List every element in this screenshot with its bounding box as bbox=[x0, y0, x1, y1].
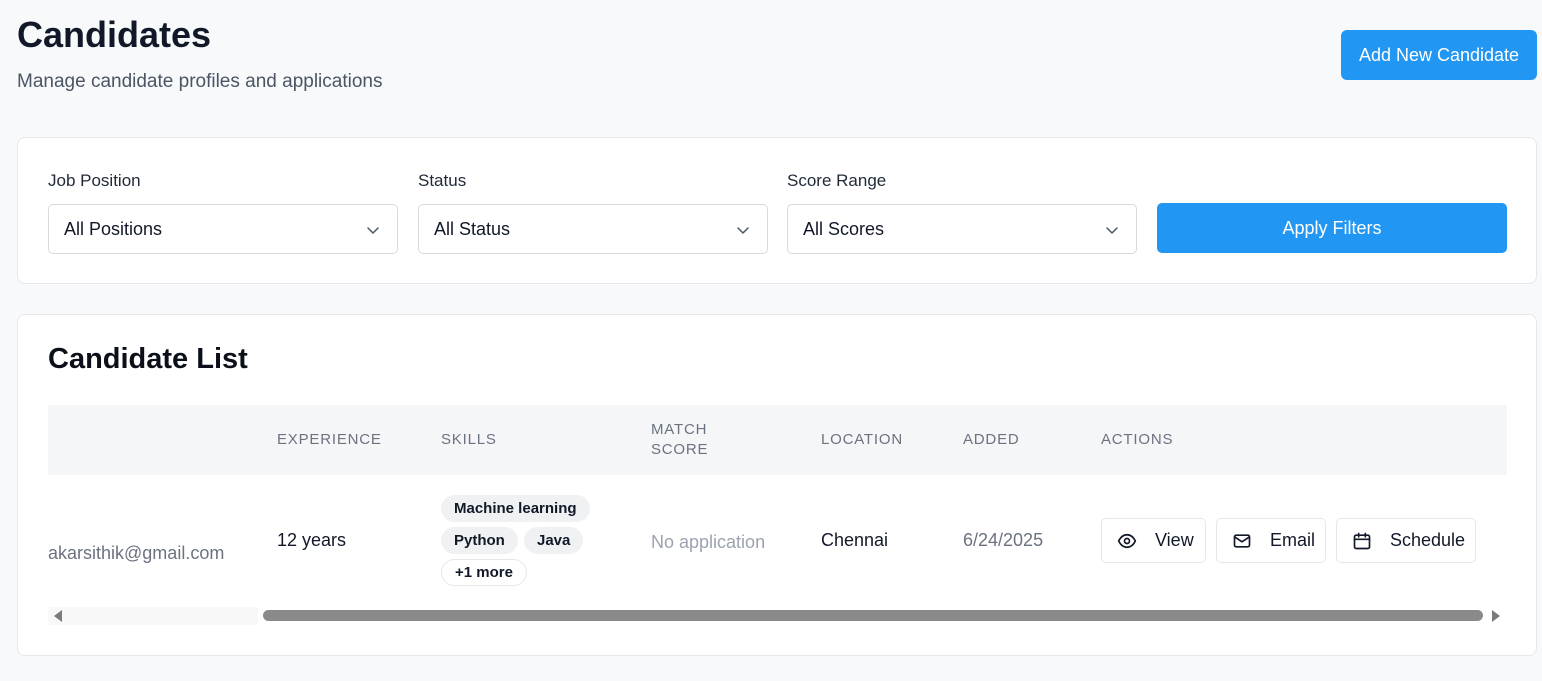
job-position-label: Job Position bbox=[48, 171, 141, 190]
candidate-list-title: Candidate List bbox=[48, 343, 248, 375]
view-label: View bbox=[1155, 530, 1194, 550]
scrollbar-thumb[interactable] bbox=[263, 610, 1483, 621]
status-value: All Status bbox=[434, 218, 511, 239]
candidate-location: Chennai bbox=[821, 530, 889, 550]
column-match-score-line1: MATCH bbox=[651, 421, 708, 438]
chevron-down-icon bbox=[1106, 227, 1118, 234]
scroll-right-arrow-icon[interactable] bbox=[1492, 610, 1500, 622]
column-added: ADDED bbox=[963, 431, 1020, 448]
score-range-filter: Score Range All Scores bbox=[787, 171, 1137, 254]
score-range-value: All Scores bbox=[803, 218, 885, 239]
skill-chip: Java bbox=[524, 527, 584, 554]
candidate-list-card: Candidate List EXPERIENCE SKILLS MATCH S… bbox=[17, 314, 1537, 656]
status-filter: Status All Status bbox=[418, 171, 768, 254]
job-position-select[interactable]: All Positions bbox=[48, 204, 398, 254]
job-position-filter: Job Position All Positions bbox=[48, 171, 398, 254]
page-title: Candidates bbox=[17, 14, 212, 55]
table-header: EXPERIENCE SKILLS MATCH SCORE LOCATION A… bbox=[48, 405, 1507, 475]
score-range-select[interactable]: All Scores bbox=[787, 204, 1137, 254]
candidate-added-date: 6/24/2025 bbox=[963, 530, 1044, 550]
candidate-experience: 12 years bbox=[277, 530, 347, 550]
status-label: Status bbox=[418, 171, 467, 190]
candidate-email: akarsithik@gmail.com bbox=[48, 543, 225, 563]
add-new-candidate-button[interactable]: Add New Candidate bbox=[1341, 30, 1537, 80]
schedule-button[interactable]: Schedule bbox=[1336, 518, 1476, 563]
column-actions: ACTIONS bbox=[1101, 431, 1174, 448]
column-match-score-line2: SCORE bbox=[651, 441, 709, 458]
page-subtitle: Manage candidate profiles and applicatio… bbox=[17, 71, 383, 92]
apply-filters-button[interactable]: Apply Filters bbox=[1157, 203, 1507, 253]
eye-icon bbox=[1117, 533, 1137, 548]
horizontal-scrollbar[interactable] bbox=[48, 605, 1507, 627]
scrollbar-track-left bbox=[48, 607, 258, 625]
chevron-down-icon bbox=[737, 227, 749, 234]
scroll-left-arrow-icon[interactable] bbox=[54, 610, 62, 622]
column-location: LOCATION bbox=[821, 431, 903, 448]
status-select[interactable]: All Status bbox=[418, 204, 768, 254]
candidate-match-score: No application bbox=[651, 532, 766, 552]
filter-panel: Job Position All Positions Status All St… bbox=[17, 137, 1537, 284]
more-skills-chip[interactable]: +1 more bbox=[441, 559, 527, 586]
schedule-label: Schedule bbox=[1390, 530, 1466, 550]
skill-chip: Machine learning bbox=[441, 495, 590, 522]
calendar-icon bbox=[1353, 532, 1371, 549]
mail-icon bbox=[1233, 533, 1251, 548]
column-experience: EXPERIENCE bbox=[277, 431, 382, 448]
table-row: akarsithik@gmail.com 12 years Machine le… bbox=[48, 475, 1507, 605]
chevron-down-icon bbox=[367, 227, 379, 234]
email-button[interactable]: Email bbox=[1216, 518, 1326, 563]
view-button[interactable]: View bbox=[1101, 518, 1206, 563]
job-position-value: All Positions bbox=[64, 218, 163, 239]
column-skills: SKILLS bbox=[441, 431, 497, 448]
skill-chip: Python bbox=[441, 527, 518, 554]
score-range-label: Score Range bbox=[787, 171, 887, 190]
email-label: Email bbox=[1270, 530, 1316, 550]
